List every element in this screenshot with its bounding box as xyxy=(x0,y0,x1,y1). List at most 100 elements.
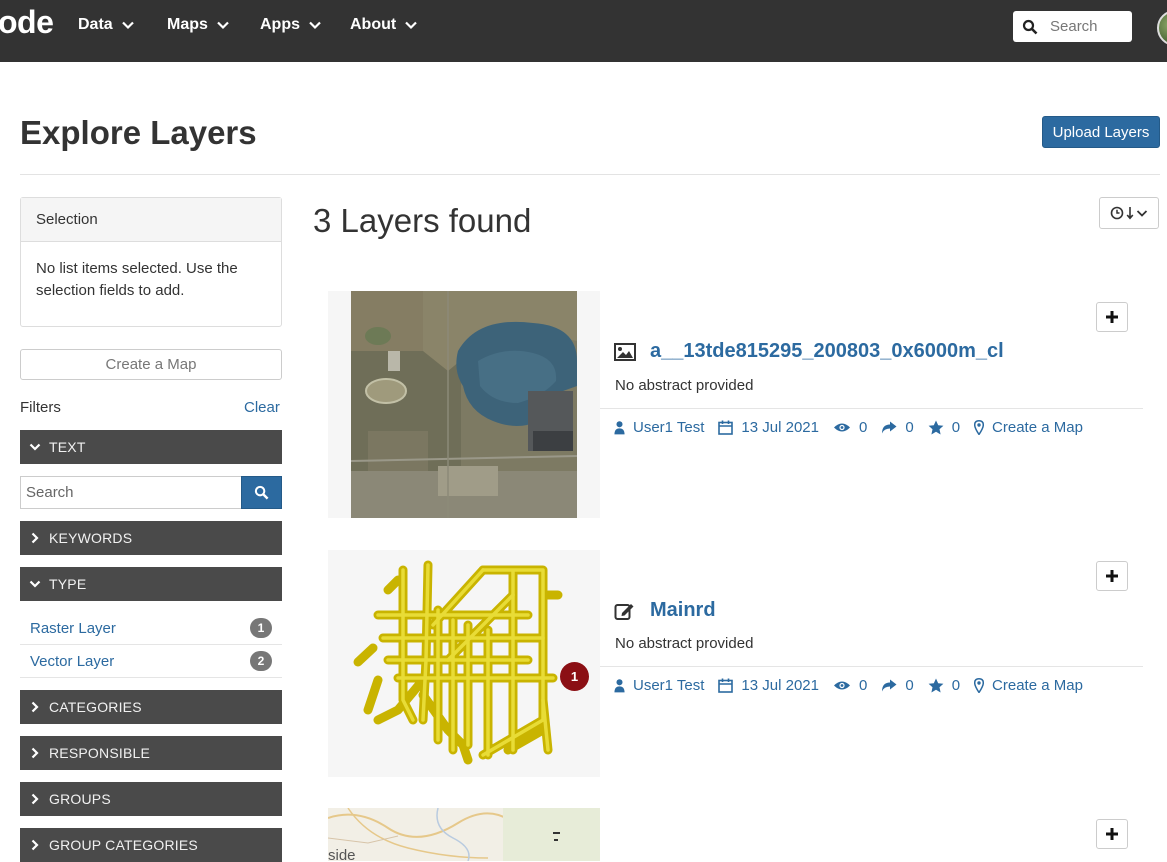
layer-abstract: No abstract provided xyxy=(615,377,754,394)
calendar-icon xyxy=(718,420,734,435)
chevron-right-icon xyxy=(31,532,39,544)
aerial-imagery-thumbnail xyxy=(350,291,578,518)
shares-value: 0 xyxy=(905,677,914,694)
plus-icon xyxy=(1106,828,1118,840)
type-filter-raster[interactable]: Raster Layer 1 xyxy=(20,612,282,645)
count-badge: 1 xyxy=(250,618,272,638)
chevron-right-icon xyxy=(31,839,39,851)
star-icon xyxy=(928,678,944,693)
eye-icon xyxy=(834,423,850,432)
search-icon xyxy=(1022,19,1038,34)
eye-icon xyxy=(834,681,850,690)
calendar-icon xyxy=(718,678,734,693)
layer-title-link[interactable]: a__13tde815295_200803_0x6000m_cl xyxy=(650,340,1004,363)
facet-categories[interactable]: CATEGORIES xyxy=(20,690,282,724)
views-value: 0 xyxy=(859,419,868,436)
map-marker-icon xyxy=(974,678,985,693)
add-to-selection-button[interactable] xyxy=(1096,302,1128,332)
share-icon xyxy=(882,679,897,692)
date-value: 13 Jul 2021 xyxy=(741,677,819,694)
add-to-selection-button[interactable] xyxy=(1096,819,1128,849)
layer-title-row: a__13tde815295_200803_0x6000m_cl xyxy=(614,340,1004,363)
page-title: Explore Layers xyxy=(20,114,257,151)
views-count: 0 xyxy=(833,419,867,436)
selection-message: No list items selected. Use the selectio… xyxy=(36,260,238,299)
create-map-label: Create a Map xyxy=(992,677,1083,694)
road-network-thumbnail xyxy=(353,560,563,765)
text-search-input[interactable] xyxy=(20,476,241,509)
divider xyxy=(600,408,1143,409)
brand-logo[interactable]: ode xyxy=(0,4,54,41)
plus-icon xyxy=(1106,311,1118,323)
edit-icon xyxy=(614,603,634,620)
chevron-down-icon xyxy=(29,580,41,588)
layer-title-row: Mainrd xyxy=(614,599,716,622)
divider xyxy=(20,174,1160,175)
text-search-button[interactable] xyxy=(241,476,282,509)
shares-count: 0 xyxy=(881,677,914,694)
add-to-selection-button[interactable] xyxy=(1096,561,1128,591)
layer-title-link[interactable]: Mainrd xyxy=(650,599,716,622)
layer-thumbnail[interactable] xyxy=(328,291,600,518)
nav-menu-about[interactable]: About xyxy=(350,16,418,34)
shares-count: 0 xyxy=(881,419,914,436)
chevron-right-icon xyxy=(31,747,39,759)
divider xyxy=(600,666,1143,667)
facet-groups[interactable]: GROUPS xyxy=(20,782,282,816)
map-label-text: side xyxy=(328,847,356,861)
owner-link[interactable]: User1 Test xyxy=(614,419,704,436)
create-map-button[interactable]: Create a Map xyxy=(20,349,282,380)
layer-meta: User1 Test 13 Jul 2021 0 0 0 Create a Ma… xyxy=(614,677,1097,694)
facet-keywords[interactable]: KEYWORDS xyxy=(20,521,282,555)
nav-menu-maps[interactable]: Maps xyxy=(167,16,230,34)
nav-search-box xyxy=(1013,11,1132,42)
date-info: 13 Jul 2021 xyxy=(718,419,819,436)
facet-type[interactable]: TYPE xyxy=(20,567,282,601)
type-filter-label: Raster Layer xyxy=(30,619,116,637)
chevron-down-icon xyxy=(217,21,229,30)
clear-filters-link[interactable]: Clear xyxy=(244,399,280,416)
nav-menu-label: About xyxy=(350,16,397,33)
sort-dropdown-button[interactable] xyxy=(1099,197,1159,229)
layer-thumbnail[interactable] xyxy=(328,550,600,777)
star-icon xyxy=(928,420,944,435)
create-map-link[interactable]: Create a Map xyxy=(974,677,1083,694)
text-search xyxy=(20,476,282,509)
chevron-down-icon xyxy=(309,21,321,30)
views-count: 0 xyxy=(833,677,867,694)
nav-menu-label: Data xyxy=(78,16,113,33)
shares-value: 0 xyxy=(905,419,914,436)
rating-count: 0 xyxy=(928,419,960,436)
results-count-title: 3 Layers found xyxy=(313,202,532,239)
search-icon xyxy=(254,485,269,500)
chevron-right-icon xyxy=(31,793,39,805)
nav-menu-data[interactable]: Data xyxy=(78,16,135,34)
upload-layers-button[interactable]: Upload Layers xyxy=(1042,116,1160,148)
owner-link[interactable]: User1 Test xyxy=(614,677,704,694)
facet-label: TYPE xyxy=(49,576,87,592)
facet-responsible[interactable]: RESPONSIBLE xyxy=(20,736,282,770)
rating-value: 0 xyxy=(951,419,961,436)
avatar[interactable] xyxy=(1157,10,1167,46)
create-map-link[interactable]: Create a Map xyxy=(974,419,1083,436)
plus-icon xyxy=(1106,570,1118,582)
facet-group-categories[interactable]: GROUP CATEGORIES xyxy=(20,828,282,862)
facet-text[interactable]: TEXT xyxy=(20,430,282,464)
type-filter-vector[interactable]: Vector Layer 2 xyxy=(20,645,282,678)
rating-count: 0 xyxy=(928,677,960,694)
chevron-down-icon xyxy=(121,21,134,30)
count-badge: 2 xyxy=(250,651,272,671)
nav-menu-label: Maps xyxy=(167,16,208,33)
owner-name: User1 Test xyxy=(633,677,705,694)
facet-label: GROUP CATEGORIES xyxy=(49,837,198,853)
sort-down-icon xyxy=(1126,207,1134,220)
basemap-thumbnail: side xyxy=(328,808,600,861)
layer-thumbnail[interactable]: side xyxy=(328,808,600,861)
facet-label: TEXT xyxy=(49,439,86,455)
rating-value: 0 xyxy=(951,677,961,694)
date-value: 13 Jul 2021 xyxy=(741,419,819,436)
notification-badge: 1 xyxy=(560,662,589,691)
nav-menu-apps[interactable]: Apps xyxy=(260,16,322,34)
chevron-down-icon xyxy=(29,443,41,451)
nav-search-input[interactable] xyxy=(1050,18,1130,35)
